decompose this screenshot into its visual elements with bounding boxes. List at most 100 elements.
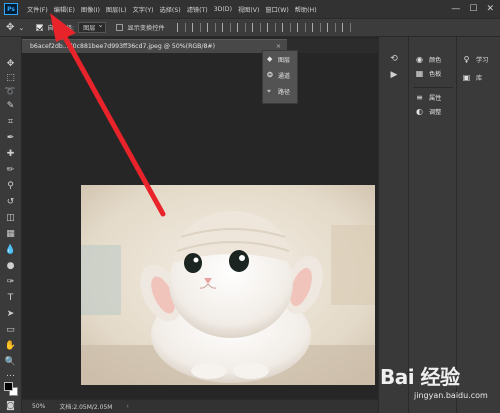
document-tab[interactable]: b6acef2db...d0c881bee7d993ff36cd7.jpeg @…	[22, 39, 287, 53]
close-document-icon[interactable]: ×	[276, 43, 281, 50]
path-select-tool-icon[interactable]: ➤	[3, 307, 18, 320]
history-icon[interactable]: ⟲	[387, 53, 401, 65]
distribute-left-icon[interactable]	[311, 23, 321, 32]
hand-tool-icon[interactable]: ✋	[3, 339, 18, 352]
channels-label: 通道	[278, 72, 291, 80]
document-size: 文档:2.05M/2.05M	[59, 404, 113, 411]
pen-tool-icon[interactable]: ✑	[3, 275, 18, 288]
type-tool-icon[interactable]: T	[3, 291, 18, 304]
document-title: b6acef2db...d0c881bee7d993ff36cd7.jpeg @…	[30, 43, 216, 50]
align-top-icon[interactable]	[176, 23, 186, 32]
foreground-color-swatch[interactable]	[4, 382, 13, 391]
auto-select-target-dropdown[interactable]: 图层	[78, 21, 107, 33]
layers-icon: ◆	[267, 54, 273, 63]
align-bottom-icon[interactable]	[206, 23, 216, 32]
panel-adjustments[interactable]: ◐ 调整	[415, 107, 441, 116]
crop-tool-icon[interactable]: ⌗	[3, 115, 18, 128]
actions-play-icon[interactable]: ▶	[387, 69, 401, 81]
panel-swatches[interactable]: ▦ 色板	[415, 69, 442, 78]
menu-edit[interactable]: 编辑(E)	[51, 5, 78, 14]
marquee-tool-icon[interactable]: ⬚	[3, 71, 18, 84]
learn-icon: ♀	[463, 55, 470, 64]
swatches-icon: ▦	[415, 69, 424, 78]
align-right-icon[interactable]	[251, 23, 261, 32]
channels-icon: ❂	[267, 70, 273, 79]
menu-layer[interactable]: 图层(L)	[103, 5, 130, 14]
align-buttons	[176, 23, 351, 32]
eraser-tool-icon[interactable]: ◫	[3, 211, 18, 224]
properties-icon: ≡	[416, 93, 423, 102]
minimize-button[interactable]: —	[451, 4, 460, 14]
align-hcenter-icon[interactable]	[236, 23, 246, 32]
tools-panel: ✥ ⬚ ➰ ✎ ⌗ ✒ ✚ ✏ ⚲ ↺ ◫ ▦ 💧 ● ✑ T ➤ ▭ ✋ 🔍 …	[0, 37, 22, 413]
maximize-button[interactable]: ☐	[469, 4, 477, 14]
move-tool-icon[interactable]: ✥	[6, 22, 14, 33]
status-menu-arrow-icon[interactable]: ›	[126, 403, 128, 410]
tab-strip-empty	[287, 39, 378, 53]
menu-3d[interactable]: 3D(D)	[211, 6, 235, 13]
foreground-background-colors[interactable]	[3, 381, 19, 397]
show-transform-checkbox[interactable]	[116, 24, 124, 31]
libraries-label: 库	[476, 75, 483, 82]
workspace[interactable]	[22, 53, 378, 398]
distribute-right-icon[interactable]	[341, 23, 351, 32]
quick-select-tool-icon[interactable]: ✎	[3, 99, 18, 112]
menu-help[interactable]: 帮助(H)	[292, 5, 320, 14]
eyedropper-tool-icon[interactable]: ✒	[3, 131, 18, 144]
layers-mini-panel: ◆ 图层 ❂ 通道 ⌖ 路径	[262, 50, 298, 104]
distribute-vcenter-icon[interactable]	[281, 23, 291, 32]
distribute-top-icon[interactable]	[266, 23, 276, 32]
menu-bar: Ps 文件(F) 编辑(E) 图像(I) 图层(L) 文字(Y) 选择(S) 滤…	[0, 0, 500, 18]
menu-file[interactable]: 文件(F)	[24, 5, 51, 14]
brush-tool-icon[interactable]: ✏	[3, 163, 18, 176]
panel-properties[interactable]: ≡ 属性	[415, 93, 441, 102]
move-tool-icon[interactable]: ✥	[3, 57, 18, 70]
panel-item-paths[interactable]: ⌖ 路径	[263, 83, 297, 99]
paths-label: 路径	[278, 88, 291, 96]
photoshop-logo: Ps	[4, 3, 18, 15]
image-canvas[interactable]	[81, 185, 375, 385]
align-left-icon[interactable]	[221, 23, 231, 32]
color-icon: ◉	[416, 55, 423, 64]
adjustments-label: 调整	[429, 109, 442, 116]
learn-label: 学习	[476, 57, 489, 64]
menu-filter[interactable]: 滤镜(T)	[184, 5, 211, 14]
menu-window[interactable]: 窗口(W)	[262, 5, 291, 14]
panel-learn[interactable]: ♀ 学习	[462, 55, 489, 64]
panel-item-channels[interactable]: ❂ 通道	[263, 67, 297, 83]
panel-libraries[interactable]: ▣ 库	[462, 73, 482, 82]
menu-view[interactable]: 视图(V)	[235, 5, 262, 14]
gradient-tool-icon[interactable]: ▦	[3, 227, 18, 240]
window-controls: — ☐ ✕	[451, 4, 500, 14]
align-vcenter-icon[interactable]	[191, 23, 201, 32]
cat-photo	[81, 185, 375, 385]
lasso-tool-icon[interactable]: ➰	[3, 85, 18, 98]
paths-icon: ⌖	[267, 86, 271, 95]
auto-select-label: 自动选择:	[47, 25, 75, 32]
swatches-label: 色板	[429, 71, 442, 78]
healing-brush-tool-icon[interactable]: ✚	[3, 147, 18, 160]
distribute-hcenter-icon[interactable]	[326, 23, 336, 32]
distribute-bottom-icon[interactable]	[296, 23, 306, 32]
zoom-level[interactable]: 50%	[32, 403, 45, 410]
rectangle-tool-icon[interactable]: ▭	[3, 323, 18, 336]
history-brush-tool-icon[interactable]: ↺	[3, 195, 18, 208]
blur-tool-icon[interactable]: 💧	[3, 243, 18, 256]
close-button[interactable]: ✕	[486, 4, 494, 14]
panel-item-layers[interactable]: ◆ 图层	[263, 51, 297, 67]
menu-type[interactable]: 文字(Y)	[130, 5, 157, 14]
menu-select[interactable]: 选择(S)	[157, 5, 184, 14]
panel-color[interactable]: ◉ 颜色	[415, 55, 441, 64]
options-bar: ✥ ⌄ 自动选择: 图层 显示变换控件	[0, 18, 500, 37]
quick-mask-icon[interactable]: ◙	[3, 399, 18, 412]
more-tools-icon[interactable]: …	[3, 367, 18, 380]
clone-stamp-tool-icon[interactable]: ⚲	[3, 179, 18, 192]
menu-image[interactable]: 图像(I)	[78, 5, 103, 14]
chevron-down-icon[interactable]: ⌄	[18, 24, 24, 32]
show-transform-label: 显示变换控件	[127, 25, 165, 32]
dodge-tool-icon[interactable]: ●	[3, 259, 18, 272]
properties-label: 属性	[429, 95, 442, 102]
adjustments-icon: ◐	[416, 107, 423, 116]
libraries-icon: ▣	[462, 73, 471, 82]
auto-select-checkbox[interactable]	[36, 24, 44, 31]
